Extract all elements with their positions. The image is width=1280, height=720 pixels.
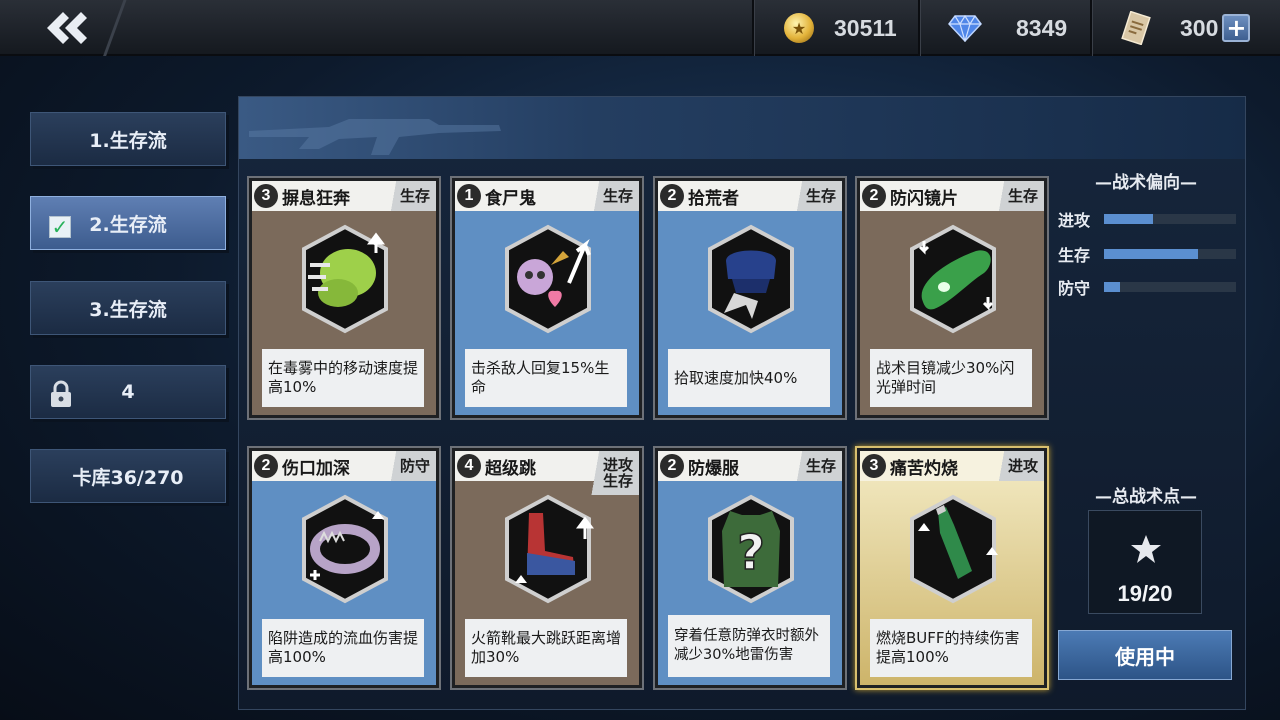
stat-row-survive: 生存 <box>1058 243 1238 265</box>
card-cost: 2 <box>660 454 684 478</box>
tag-text: 生存 <box>1007 187 1038 205</box>
card-tag: 生存 <box>584 181 639 211</box>
goggles-icon <box>910 224 996 334</box>
stat-row-defense: 防守 <box>1058 276 1238 298</box>
stat-label: 生存 <box>1058 246 1091 265</box>
tab-loadout-3[interactable]: 3.生存流 <box>30 281 226 335</box>
card-cost: 1 <box>457 184 481 208</box>
tab-label: 卡库36/270 <box>72 466 184 489</box>
card-tag: 进攻 <box>989 451 1044 481</box>
tag-text: 生存 <box>805 457 836 475</box>
tag-text: 进攻 <box>1007 457 1038 475</box>
stat-label: 进攻 <box>1058 211 1091 230</box>
card-tag: 生存 <box>989 181 1044 211</box>
scavenger-glove-icon <box>708 224 794 334</box>
card-tag: 生存 <box>381 181 436 211</box>
perk-card[interactable]: 2 防爆服 生存 ? 穿着任意防弹衣时额外减少30%地雷伤害 <box>653 446 847 690</box>
stat-bar <box>1104 249 1236 259</box>
top-bar-divider <box>96 0 136 56</box>
total-points-value: 19/20 <box>1117 581 1173 606</box>
card-tag: 进攻 生存 <box>584 451 639 495</box>
ticket-value: 300 <box>1180 14 1219 41</box>
tag-text: 生存 <box>602 187 633 205</box>
stat-bar-fill <box>1104 214 1153 224</box>
tab-label: 1.生存流 <box>89 129 167 152</box>
checkmark-icon: ✓ <box>49 215 71 239</box>
ticket-counter: 300 + <box>1090 0 1280 56</box>
tag-text: 进攻 <box>602 456 633 474</box>
total-points-box: 19/20 <box>1088 510 1202 614</box>
perk-card[interactable]: 2 伤口加深 防守 陷阱造成的流血伤害提高100% <box>247 446 441 690</box>
tag-text: 防守 <box>399 457 430 475</box>
stat-label: 防守 <box>1058 279 1091 298</box>
card-cost: 2 <box>660 184 684 208</box>
card-description: 燃烧BUFF的持续伤害提高100% <box>870 619 1032 677</box>
perk-card[interactable]: 3 摒息狂奔 生存 在毒雾中的移动速度提高10% <box>247 176 441 420</box>
ghoul-skull-heart-icon <box>505 224 591 334</box>
card-description: 火箭靴最大跳跃距离增加30% <box>465 619 627 677</box>
card-tag: 防守 <box>381 451 436 481</box>
card-description: 拾取速度加快40% <box>668 349 830 407</box>
button-label: 使用中 <box>1115 644 1175 669</box>
tab-label: 2.生存流 <box>89 213 167 236</box>
tab-label: 3.生存流 <box>89 298 167 321</box>
tab-loadout-2[interactable]: ✓ 2.生存流 <box>30 196 226 250</box>
perk-card[interactable]: 2 防闪镜片 生存 战术目镜减少30%闪光弹时间 <box>855 176 1049 420</box>
diamond-value: 8349 <box>1016 14 1068 41</box>
perk-card-selected[interactable]: 3 痛苦灼烧 进攻 燃烧BUFF的持续伤害提高100% <box>855 446 1049 690</box>
panel-banner <box>239 97 1245 159</box>
stat-bar-fill <box>1104 282 1120 292</box>
poison-gas-cloud-icon <box>302 224 388 334</box>
card-cost: 4 <box>457 454 481 478</box>
gold-value: 30511 <box>834 14 897 41</box>
diamond-counter: 8349 <box>918 0 1090 56</box>
perk-card[interactable]: 2 拾荒者 生存 拾取速度加快40% <box>653 176 847 420</box>
tag-text: 生存 <box>805 187 836 205</box>
card-description: 穿着任意防弹衣时额外减少30%地雷伤害 <box>668 615 830 677</box>
diamond-icon <box>948 14 982 42</box>
tab-label: 4 <box>121 381 135 403</box>
lock-icon <box>51 380 71 407</box>
tag-text: 生存 <box>602 472 633 490</box>
gold-coin-icon: ★ <box>784 13 814 43</box>
card-tag: 生存 <box>787 181 842 211</box>
card-cost: 2 <box>254 454 278 478</box>
tab-locked-slot[interactable]: 4 <box>30 365 226 419</box>
molotov-bottle-icon <box>910 494 998 604</box>
tab-card-library[interactable]: 卡库36/270 <box>30 449 226 503</box>
perk-card[interactable]: 4 超级跳 进攻 生存 火箭靴最大跳跃距离增加30% <box>450 446 644 690</box>
plus-icon: + <box>1226 14 1247 42</box>
bear-trap-icon <box>302 494 388 604</box>
perk-card[interactable]: 1 食尸鬼 生存 击杀敌人回复15%生命 <box>450 176 644 420</box>
svg-text:?: ? <box>737 525 765 581</box>
double-chevron-left-icon <box>47 12 87 44</box>
rocket-boot-icon <box>505 494 594 604</box>
stat-bar <box>1104 282 1236 292</box>
top-bar: ★ 30511 8349 300 + <box>0 0 1280 56</box>
rifle-silhouette-icon <box>249 119 501 155</box>
stat-row-attack: 进攻 <box>1058 208 1238 230</box>
card-description: 击杀敌人回复15%生命 <box>465 349 627 407</box>
ticket-icon <box>1121 11 1151 45</box>
in-use-button[interactable]: 使用中 <box>1058 630 1232 680</box>
card-description: 陷阱造成的流血伤害提高100% <box>262 619 424 677</box>
tab-loadout-1[interactable]: 1.生存流 <box>30 112 226 166</box>
card-tag: 生存 <box>787 451 842 481</box>
back-button[interactable] <box>36 8 96 48</box>
stat-bar-fill <box>1104 249 1198 259</box>
star-icon <box>1131 535 1161 563</box>
total-points-title: —总战术点— <box>1095 487 1197 507</box>
tag-text: 生存 <box>399 187 430 205</box>
gold-counter: ★ 30511 <box>752 0 918 56</box>
card-cost: 3 <box>862 454 886 478</box>
card-description: 在毒雾中的移动速度提高10% <box>262 349 424 407</box>
tactics-title: —战术偏向— <box>1095 173 1197 193</box>
add-ticket-button[interactable]: + <box>1222 14 1251 42</box>
card-cost: 2 <box>862 184 886 208</box>
armor-vest-icon: ? <box>708 494 794 604</box>
card-description: 战术目镜减少30%闪光弹时间 <box>870 349 1032 407</box>
card-cost: 3 <box>254 184 278 208</box>
stat-bar <box>1104 214 1236 224</box>
